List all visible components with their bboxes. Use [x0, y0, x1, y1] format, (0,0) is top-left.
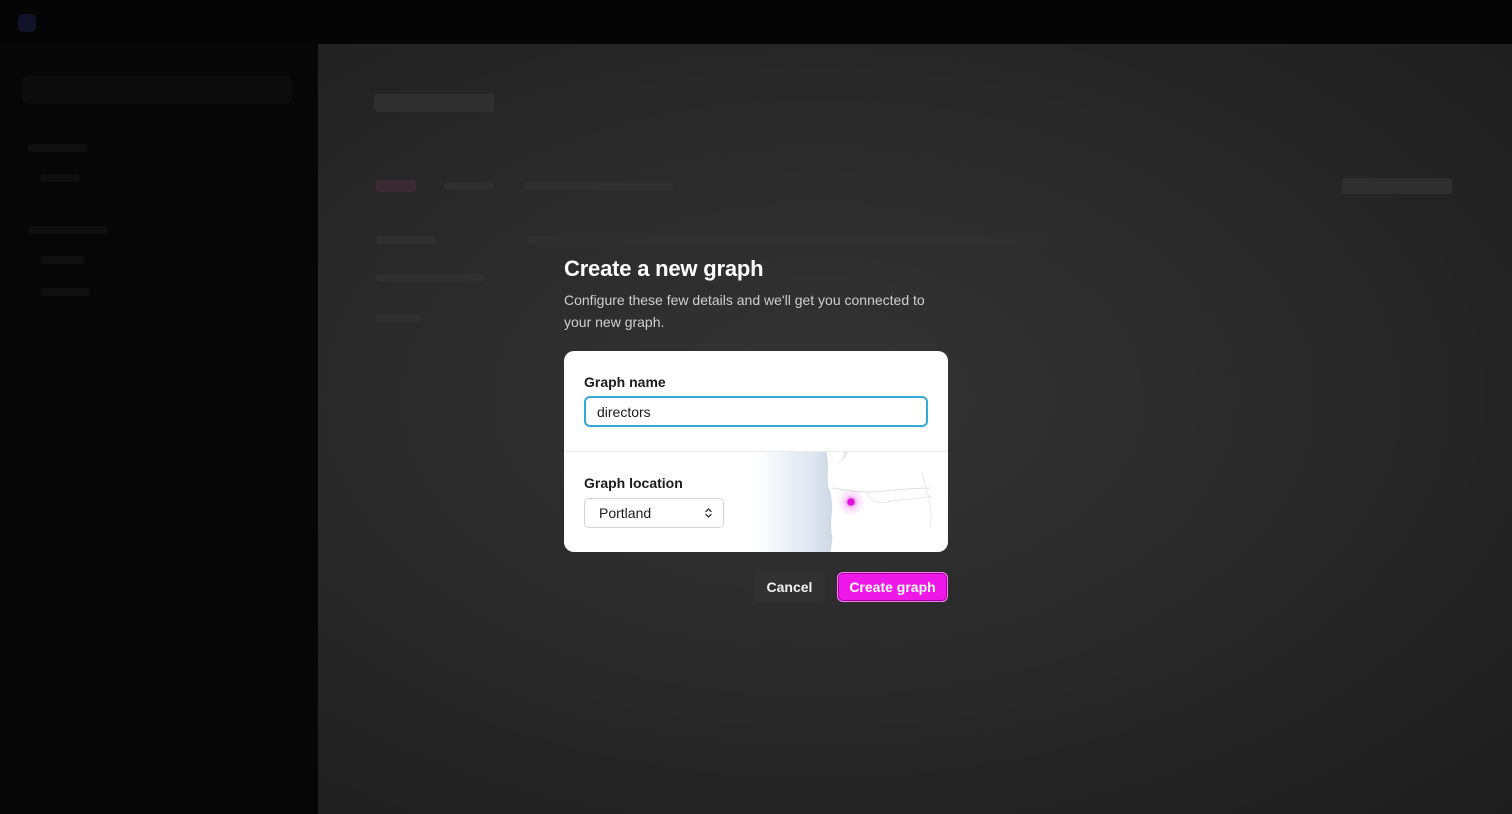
text-placeholder	[376, 236, 436, 244]
graph-location-section: Graph location Portland	[564, 452, 948, 552]
dialog-actions: Cancel Create graph	[564, 572, 948, 602]
create-graph-button[interactable]: Create graph	[837, 572, 948, 602]
badge-placeholder	[376, 180, 416, 192]
logo-icon	[18, 14, 36, 32]
text-placeholder	[376, 314, 422, 322]
sidebar-search	[22, 76, 292, 104]
text-placeholder	[524, 182, 674, 190]
text-placeholder	[376, 274, 486, 282]
dialog-description: Configure these few details and we'll ge…	[564, 292, 925, 330]
sidebar-line	[28, 144, 88, 152]
sidebar-line	[40, 288, 90, 296]
graph-name-input[interactable]	[584, 396, 928, 427]
button-placeholder	[1342, 178, 1452, 194]
sidebar	[0, 44, 318, 814]
location-map	[754, 452, 933, 552]
chevron-up-down-icon	[705, 508, 712, 518]
brand	[18, 14, 36, 32]
cancel-button[interactable]: Cancel	[754, 572, 825, 602]
sidebar-line	[40, 174, 80, 182]
sidebar-line	[40, 256, 85, 264]
page-title-placeholder	[374, 94, 494, 112]
graph-name-label: Graph name	[584, 374, 666, 390]
create-graph-dialog: Create a new graph Configure these few d…	[564, 254, 948, 602]
graph-location-select[interactable]: Portland	[584, 498, 724, 528]
top-bar	[0, 0, 1512, 44]
graph-name-section: Graph name	[564, 351, 948, 451]
dialog-title: Create a new graph	[564, 256, 764, 281]
text-placeholder	[528, 236, 1048, 244]
dialog-form-card: Graph name Graph location Portland	[564, 351, 948, 552]
location-pin-icon	[847, 498, 855, 506]
graph-location-value: Portland	[599, 505, 652, 521]
text-placeholder	[444, 182, 494, 190]
sidebar-line	[28, 226, 108, 234]
graph-location-label: Graph location	[584, 475, 683, 491]
